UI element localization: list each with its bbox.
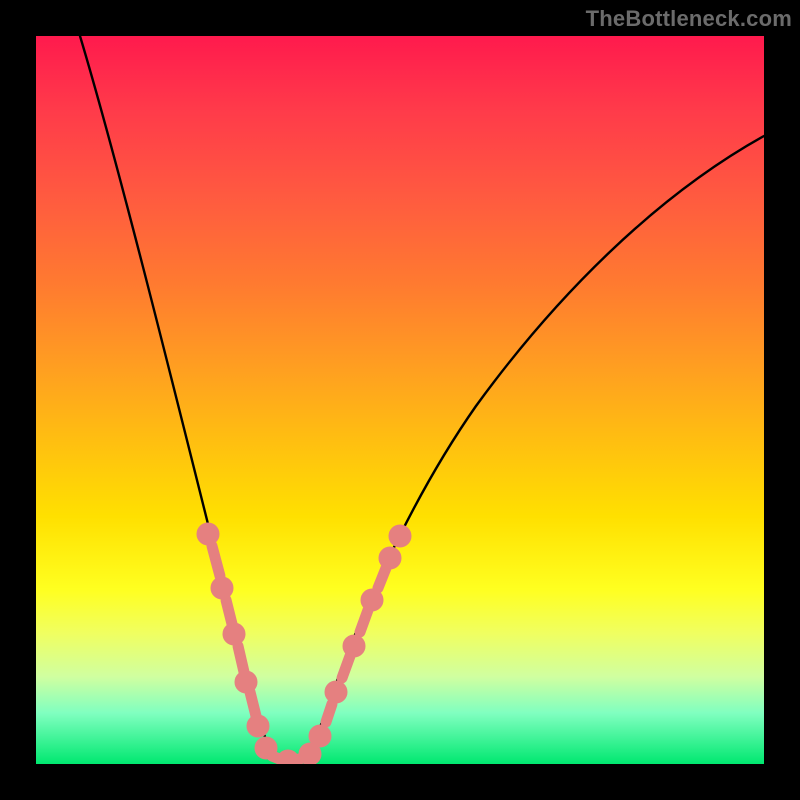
marker-layer xyxy=(36,36,764,764)
marker-overlay-left xyxy=(202,528,264,732)
marker-overlay-trough xyxy=(260,742,316,764)
watermark-text: TheBottleneck.com xyxy=(586,6,792,32)
chart-stage: TheBottleneck.com xyxy=(0,0,800,800)
marker-overlay-right xyxy=(314,530,406,742)
plot-area xyxy=(36,36,764,764)
